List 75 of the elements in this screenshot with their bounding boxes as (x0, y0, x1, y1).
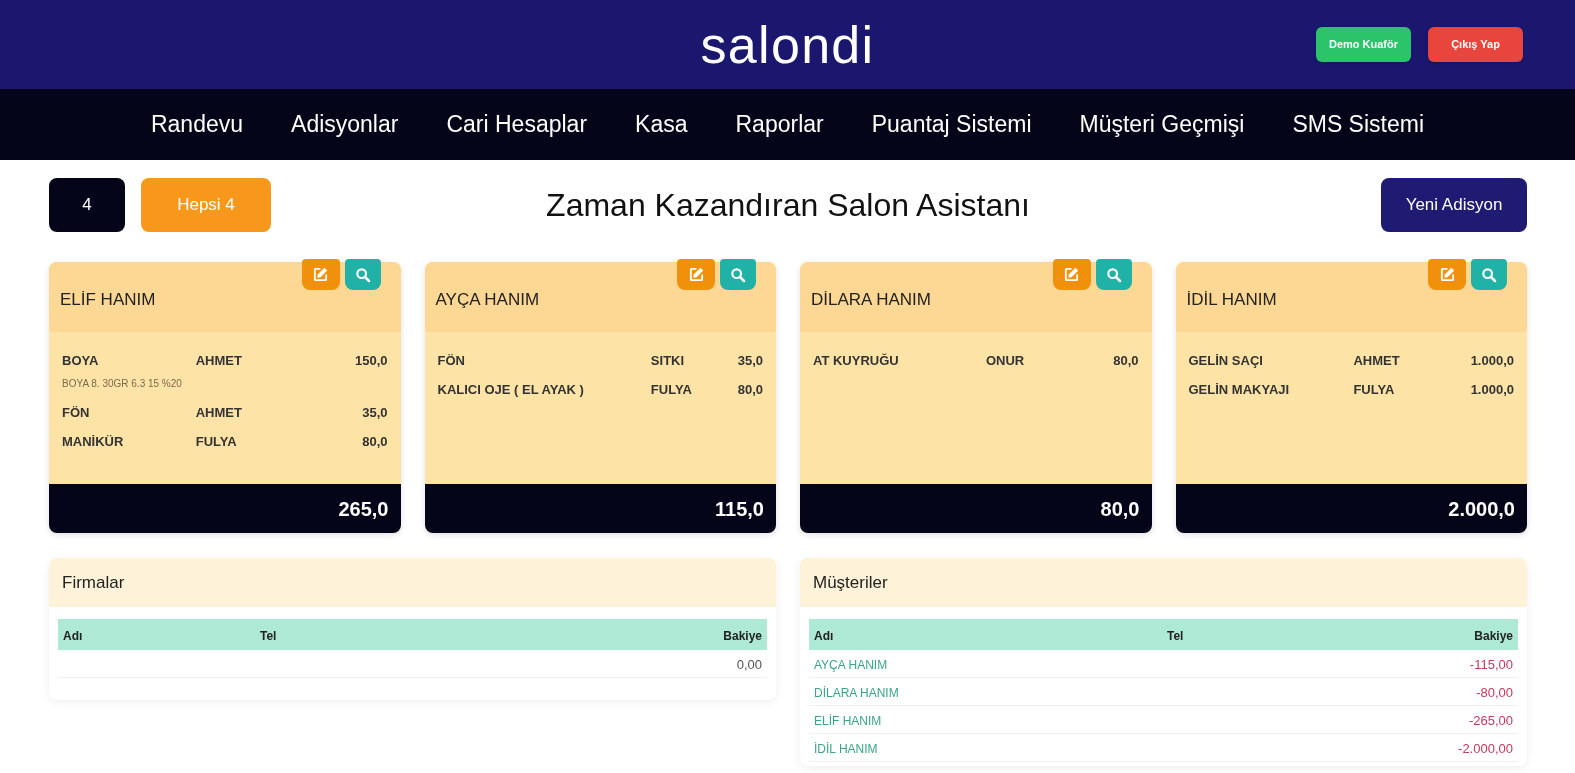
price-text: 35,0 (362, 405, 388, 420)
service-name: FÖN (62, 405, 90, 420)
customer-name: AYÇA HANIM (435, 289, 540, 312)
staff-name: ONUR (985, 353, 1025, 368)
panel-title: Müşteriler (813, 571, 888, 594)
nav-link[interactable]: Raporlar (735, 107, 824, 142)
nav-link[interactable]: Cari Hesaplar (446, 107, 588, 142)
service-note: BOYA 8. 30GR 6.3 15 %20 (62, 378, 182, 389)
logo-text: salondi (700, 18, 875, 71)
balance-text: -80,00 (1476, 684, 1513, 700)
total-amount: 2.000,0 (1448, 496, 1515, 522)
price-text: 80,0 (362, 434, 388, 449)
service-name: MANİKÜR (62, 434, 124, 449)
service-name: AT KUYRUĞU (813, 353, 899, 368)
staff-name: FULYA (1353, 382, 1395, 397)
search-button[interactable] (1471, 259, 1507, 290)
nav-link[interactable]: SMS Sistemi (1292, 107, 1424, 142)
service-name: BOYA (62, 353, 99, 368)
customer-name: İDİL HANIM (1186, 289, 1277, 312)
price-text: 80,0 (1113, 353, 1139, 368)
balance-text: -265,00 (1468, 712, 1513, 728)
price-text: 150,0 (354, 353, 388, 368)
balance-text: -2.000,00 (1458, 740, 1513, 756)
price-text: 35,0 (737, 353, 763, 368)
search-button[interactable] (1095, 259, 1132, 290)
column-header: Tel (260, 628, 277, 643)
staff-name: AHMET (195, 405, 242, 420)
search-icon (730, 266, 746, 283)
search-icon (354, 266, 371, 283)
balance-text: -115,00 (1469, 656, 1513, 672)
customer-name: DİLARA HANIM (811, 289, 931, 312)
page-title: Zaman Kazandıran Salon Asistanı (546, 186, 1030, 225)
edit-icon (312, 266, 329, 283)
service-name: FÖN (437, 353, 465, 368)
column-header: Adı (814, 628, 834, 643)
staff-name: SITKI (650, 353, 685, 368)
staff-name: AHMET (1353, 353, 1400, 368)
edit-icon (687, 266, 705, 283)
edit-button[interactable] (1428, 259, 1466, 290)
total-amount: 265,0 (338, 496, 389, 522)
column-header: Tel (1167, 628, 1184, 643)
search-button[interactable] (344, 259, 381, 290)
edit-button[interactable] (301, 259, 340, 290)
nav-link[interactable]: Randevu (150, 107, 244, 142)
total-amount: 80,0 (1100, 496, 1140, 522)
staff-name: AHMET (195, 353, 242, 368)
service-name: GELİN MAKYAJI (1188, 382, 1290, 397)
customer-name: ELİF HANIM (60, 289, 156, 312)
edit-icon (1438, 266, 1456, 283)
count-button[interactable]: 4 (49, 178, 125, 232)
edit-button[interactable] (677, 259, 715, 290)
new-ticket-button[interactable]: Yeni Adisyon (1381, 178, 1527, 232)
nav-link[interactable]: Puantaj Sistemi (871, 107, 1032, 142)
service-name: GELİN SAÇI (1188, 353, 1263, 368)
search-icon (1105, 266, 1122, 283)
total-amount: 115,0 (715, 496, 764, 522)
column-header: Adı (63, 628, 83, 643)
search-icon (1481, 266, 1497, 283)
nav-link[interactable]: Kasa (635, 107, 688, 142)
staff-name: FULYA (195, 434, 237, 449)
column-header: Bakiye (723, 628, 762, 643)
search-button[interactable] (720, 259, 756, 290)
edit-icon (1063, 266, 1080, 283)
panel-title: Firmalar (62, 571, 125, 594)
price-text: 80,0 (737, 382, 763, 397)
service-name: KALICI OJE ( EL AYAK ) (437, 382, 584, 397)
edit-button[interactable] (1052, 259, 1091, 290)
staff-name: FULYA (650, 382, 692, 397)
price-text: 1.000,0 (1470, 353, 1514, 368)
nav-link[interactable]: Müşteri Geçmişi (1079, 107, 1245, 142)
nav-link[interactable]: Adisyonlar (291, 107, 399, 142)
balance-text: 0,00 (736, 656, 762, 672)
column-header: Bakiye (1474, 628, 1513, 643)
price-text: 1.000,0 (1470, 382, 1514, 397)
logout-button[interactable]: Çıkış Yap (1428, 27, 1523, 62)
